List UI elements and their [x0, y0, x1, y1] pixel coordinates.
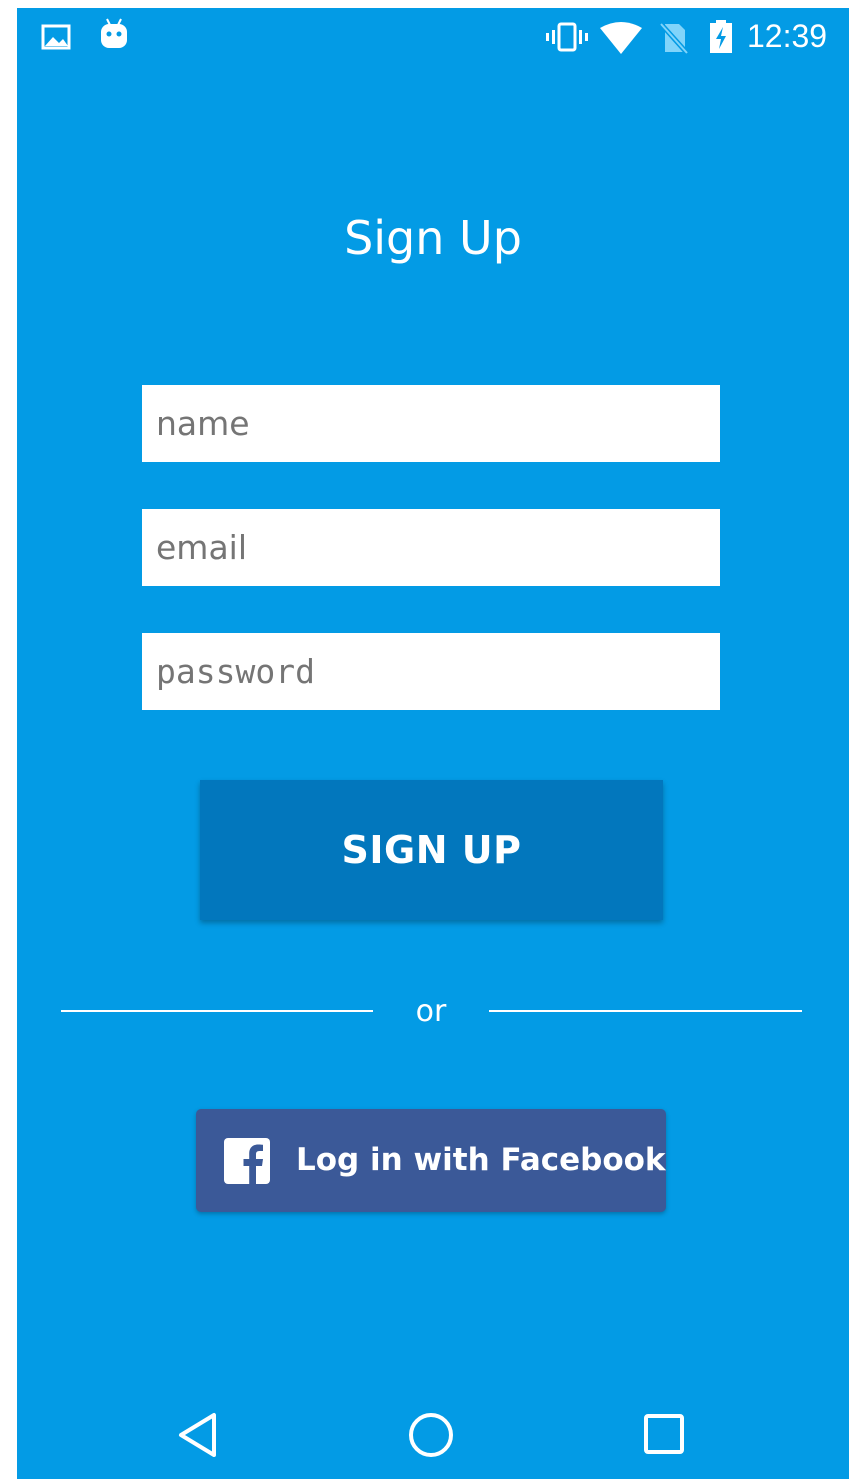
page-title: Sign Up [344, 211, 522, 265]
no-sim-icon [659, 22, 689, 59]
name-field[interactable] [142, 385, 720, 462]
divider-left-line [61, 1010, 373, 1012]
signup-button-label: SIGN UP [341, 828, 522, 872]
facebook-login-label: Log in with Facebook [296, 1142, 666, 1178]
signup-screen: 12:39 Sign Up SIGN UP or Log in with Fac… [17, 8, 849, 1479]
navigation-bar [17, 1378, 849, 1479]
divider-or-text: or [415, 994, 447, 1029]
email-input[interactable] [156, 528, 706, 567]
battery-charging-icon [709, 20, 733, 59]
divider-right-line [489, 1010, 802, 1012]
facebook-icon [224, 1138, 270, 1184]
wifi-icon [599, 22, 643, 59]
android-icon [99, 18, 129, 55]
home-icon[interactable] [407, 1411, 455, 1464]
password-field[interactable] [142, 633, 720, 710]
back-icon[interactable] [177, 1412, 219, 1463]
gallery-icon [41, 24, 71, 55]
status-clock: 12:39 [747, 18, 828, 54]
email-field[interactable] [142, 509, 720, 586]
status-bar: 12:39 [17, 8, 849, 64]
vibrate-icon [545, 22, 589, 57]
recents-icon[interactable] [643, 1413, 685, 1460]
facebook-login-button[interactable]: Log in with Facebook [196, 1109, 666, 1212]
name-input[interactable] [156, 404, 706, 443]
signup-button[interactable]: SIGN UP [200, 780, 663, 920]
password-input[interactable] [156, 652, 706, 691]
